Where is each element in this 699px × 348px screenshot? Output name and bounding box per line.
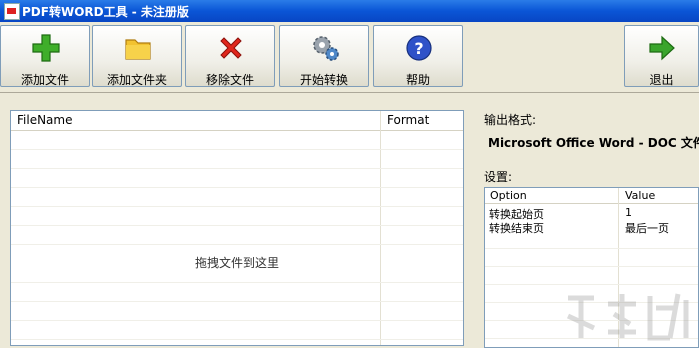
settings-row[interactable]: 转换结束页 最后一页 xyxy=(485,220,698,236)
start-convert-label: 开始转换 xyxy=(299,73,348,87)
row-line xyxy=(11,244,463,245)
row-line xyxy=(11,225,463,226)
row-line xyxy=(11,320,463,321)
drop-hint: 拖拽文件到这里 xyxy=(194,256,279,270)
plus-icon xyxy=(32,34,60,62)
gear-icon xyxy=(313,36,339,61)
row-line xyxy=(11,149,463,150)
help-button[interactable]: ? 帮助 xyxy=(373,25,463,87)
help-icon: ? xyxy=(406,35,432,61)
add-file-button[interactable]: 添加文件 xyxy=(0,25,90,87)
row-line xyxy=(485,284,698,285)
remove-file-label: 移除文件 xyxy=(205,73,254,87)
watermark-logo xyxy=(566,293,689,341)
settings-label: 设置: xyxy=(484,170,513,184)
option-value[interactable]: 1 xyxy=(625,206,632,219)
column-format[interactable]: Format xyxy=(387,113,429,127)
app-icon xyxy=(4,3,20,20)
row-line xyxy=(11,301,463,302)
toolbar: 添加文件 添加文件夹 移除文件 开始转换 ? 帮助 退出 xyxy=(0,22,699,93)
column-filename[interactable]: FileName xyxy=(17,113,72,127)
exit-button[interactable]: 退出 xyxy=(624,25,699,87)
column-value: Value xyxy=(625,189,656,202)
row-line xyxy=(11,282,463,283)
add-folder-button[interactable]: 添加文件夹 xyxy=(92,25,182,87)
add-file-label: 添加文件 xyxy=(20,73,69,87)
output-format-label: 输出格式: xyxy=(484,113,537,127)
folder-icon xyxy=(125,39,151,60)
row-line xyxy=(485,266,698,267)
row-line xyxy=(11,339,463,340)
add-folder-label: 添加文件夹 xyxy=(106,73,167,87)
settings-row[interactable]: 转换起始页 1 xyxy=(485,206,698,221)
row-line xyxy=(485,248,698,249)
remove-file-button[interactable]: 移除文件 xyxy=(185,25,275,87)
exit-label: 退出 xyxy=(649,73,674,87)
output-format-value: Microsoft Office Word - DOC 文件 xyxy=(488,136,699,150)
window-title: PDF转WORD工具 - 未注册版 xyxy=(22,5,189,19)
row-line xyxy=(11,168,463,169)
column-divider xyxy=(380,111,381,345)
row-line xyxy=(11,187,463,188)
file-list[interactable]: FileName Format 拖拽文件到这里 xyxy=(10,110,464,346)
option-value[interactable]: 最后一页 xyxy=(625,220,669,236)
close-icon xyxy=(220,37,242,59)
row-line xyxy=(11,206,463,207)
svg-text:?: ? xyxy=(414,39,423,58)
file-list-header: FileName Format xyxy=(11,111,463,131)
start-convert-button[interactable]: 开始转换 xyxy=(279,25,369,87)
title-bar: PDF转WORD工具 - 未注册版 xyxy=(0,0,699,22)
help-label: 帮助 xyxy=(405,73,430,87)
option-name: 转换结束页 xyxy=(489,222,544,235)
column-option: Option xyxy=(490,189,527,202)
settings-header: Option Value xyxy=(485,188,698,204)
arrow-right-icon xyxy=(649,35,675,61)
